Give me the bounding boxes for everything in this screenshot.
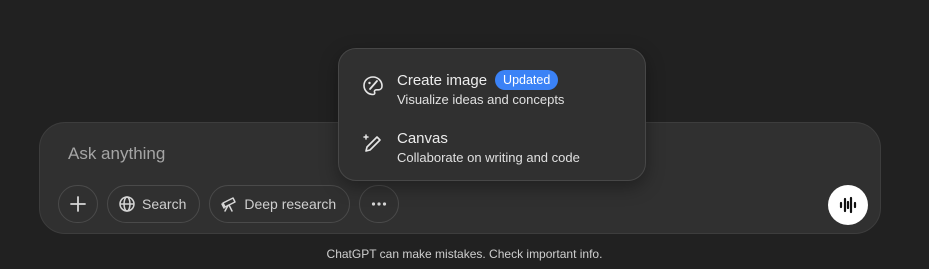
add-button[interactable] <box>58 185 98 223</box>
menu-item-create-image[interactable]: Create image Updated Visualize ideas and… <box>351 63 633 113</box>
search-label: Search <box>142 196 187 212</box>
deep-research-label: Deep research <box>244 196 337 212</box>
plus-icon <box>70 196 86 212</box>
more-tools-button[interactable] <box>359 185 400 223</box>
pen-sparkle-icon <box>359 130 387 158</box>
canvas-description: Collaborate on writing and code <box>397 150 580 165</box>
canvas-title: Canvas <box>397 129 448 147</box>
ellipsis-icon <box>372 202 387 206</box>
voice-mode-button[interactable] <box>828 185 868 225</box>
globe-icon <box>119 196 135 212</box>
deep-research-button[interactable]: Deep research <box>209 185 351 223</box>
tools-menu: Create image Updated Visualize ideas and… <box>338 48 646 181</box>
create-image-description: Visualize ideas and concepts <box>397 92 565 107</box>
composer-toolbar: Search Deep research <box>58 185 400 223</box>
updated-badge: Updated <box>495 70 559 90</box>
create-image-title: Create image <box>397 71 488 89</box>
disclaimer-text: ChatGPT can make mistakes. Check importa… <box>326 247 603 261</box>
menu-item-canvas[interactable]: Canvas Collaborate on writing and code <box>351 121 633 171</box>
paint-palette-icon <box>359 72 387 100</box>
telescope-icon <box>221 197 237 212</box>
search-button[interactable]: Search <box>107 185 201 223</box>
voice-waveform-icon <box>839 196 857 214</box>
chat-page: Search Deep research <box>0 0 929 269</box>
